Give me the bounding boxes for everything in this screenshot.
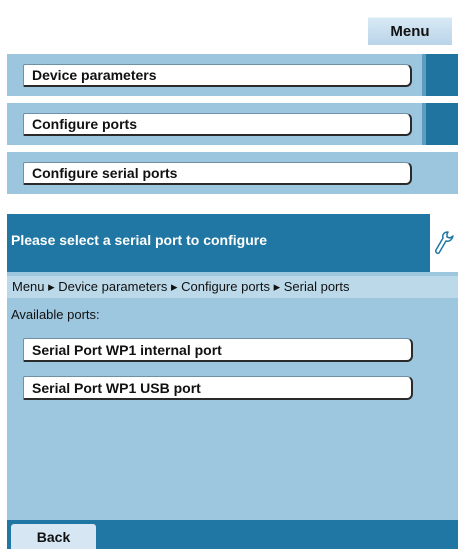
dialog-header: Please select a serial port to configure [7, 214, 458, 272]
dialog-footer: Back [7, 520, 458, 549]
configure-ports-button[interactable]: Configure ports [23, 113, 412, 136]
serial-port-dialog: Please select a serial port to configure… [7, 214, 458, 549]
serial-port-usb-button[interactable]: Serial Port WP1 USB port [23, 376, 413, 400]
device-parameters-button[interactable]: Device parameters [23, 64, 412, 87]
bar-accent [422, 54, 458, 96]
dialog-title: Please select a serial port to configure [11, 232, 267, 248]
available-ports-label: Available ports: [11, 307, 100, 322]
menu-button[interactable]: Menu [368, 17, 452, 45]
bar-accent [422, 103, 458, 145]
configure-serial-ports-button[interactable]: Configure serial ports [23, 162, 412, 185]
wrench-icon[interactable] [430, 214, 458, 272]
serial-port-internal-button[interactable]: Serial Port WP1 internal port [23, 338, 413, 362]
back-button[interactable]: Back [11, 524, 96, 549]
breadcrumb: Menu ▸ Device parameters ▸ Configure por… [7, 276, 458, 298]
